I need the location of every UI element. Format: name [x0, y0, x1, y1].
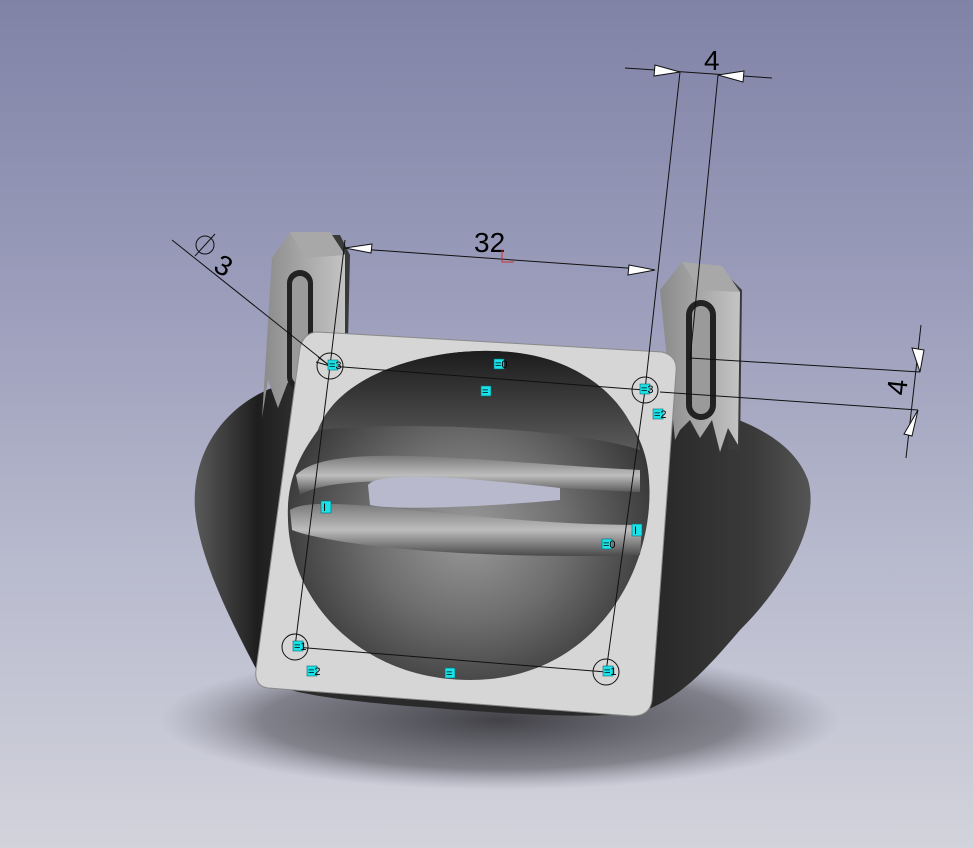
constraint-top-mid[interactable]: =0 [493, 358, 508, 371]
constraint-top-right-hole[interactable]: =3 [639, 383, 654, 396]
constraint-right-mid-vertical[interactable]: I [631, 523, 643, 537]
svg-text:=3: =3 [329, 360, 342, 372]
dimension-hole-diameter-value: 3 [209, 248, 238, 283]
constraint-top-mid-2[interactable]: = [480, 385, 492, 398]
svg-text:=2: =2 [654, 409, 667, 421]
constraint-bottom-right-hole[interactable]: =1 [602, 665, 617, 678]
svg-text:=: = [482, 386, 488, 398]
svg-text:=3: =3 [641, 384, 654, 396]
dimension-edge-offset-right-value: 4 [881, 378, 913, 397]
svg-text:=2: =2 [308, 666, 321, 678]
constraint-bottom-mid[interactable]: = [444, 667, 456, 680]
svg-text:I: I [323, 502, 326, 514]
svg-text:I: I [634, 525, 637, 537]
svg-text:=0: =0 [495, 359, 508, 371]
cad-3d-viewport[interactable]: 3 32 4 4 =3 =0 = =3 =2 I I =0 =1 =2 = =1 [0, 0, 973, 848]
svg-text:=1: =1 [294, 641, 307, 653]
constraint-left-mid[interactable]: I [320, 500, 332, 514]
constraint-top-left-hole[interactable]: =3 [327, 359, 342, 372]
constraint-right-mid-eq[interactable]: =0 [601, 538, 616, 551]
dimension-edge-offset-top-value: 4 [704, 45, 720, 76]
svg-text:=0: =0 [603, 539, 616, 551]
dimension-hole-spacing-value: 32 [474, 227, 505, 258]
constraint-bottom-left-tag[interactable]: =2 [306, 665, 321, 678]
constraint-bottom-left-hole[interactable]: =1 [292, 640, 307, 653]
svg-text:=: = [446, 668, 452, 680]
constraint-right-upper[interactable]: =2 [652, 408, 667, 421]
svg-text:=1: =1 [604, 666, 617, 678]
cad-scene[interactable]: 3 32 4 4 =3 =0 = =3 =2 I I =0 =1 =2 = =1 [0, 0, 973, 848]
